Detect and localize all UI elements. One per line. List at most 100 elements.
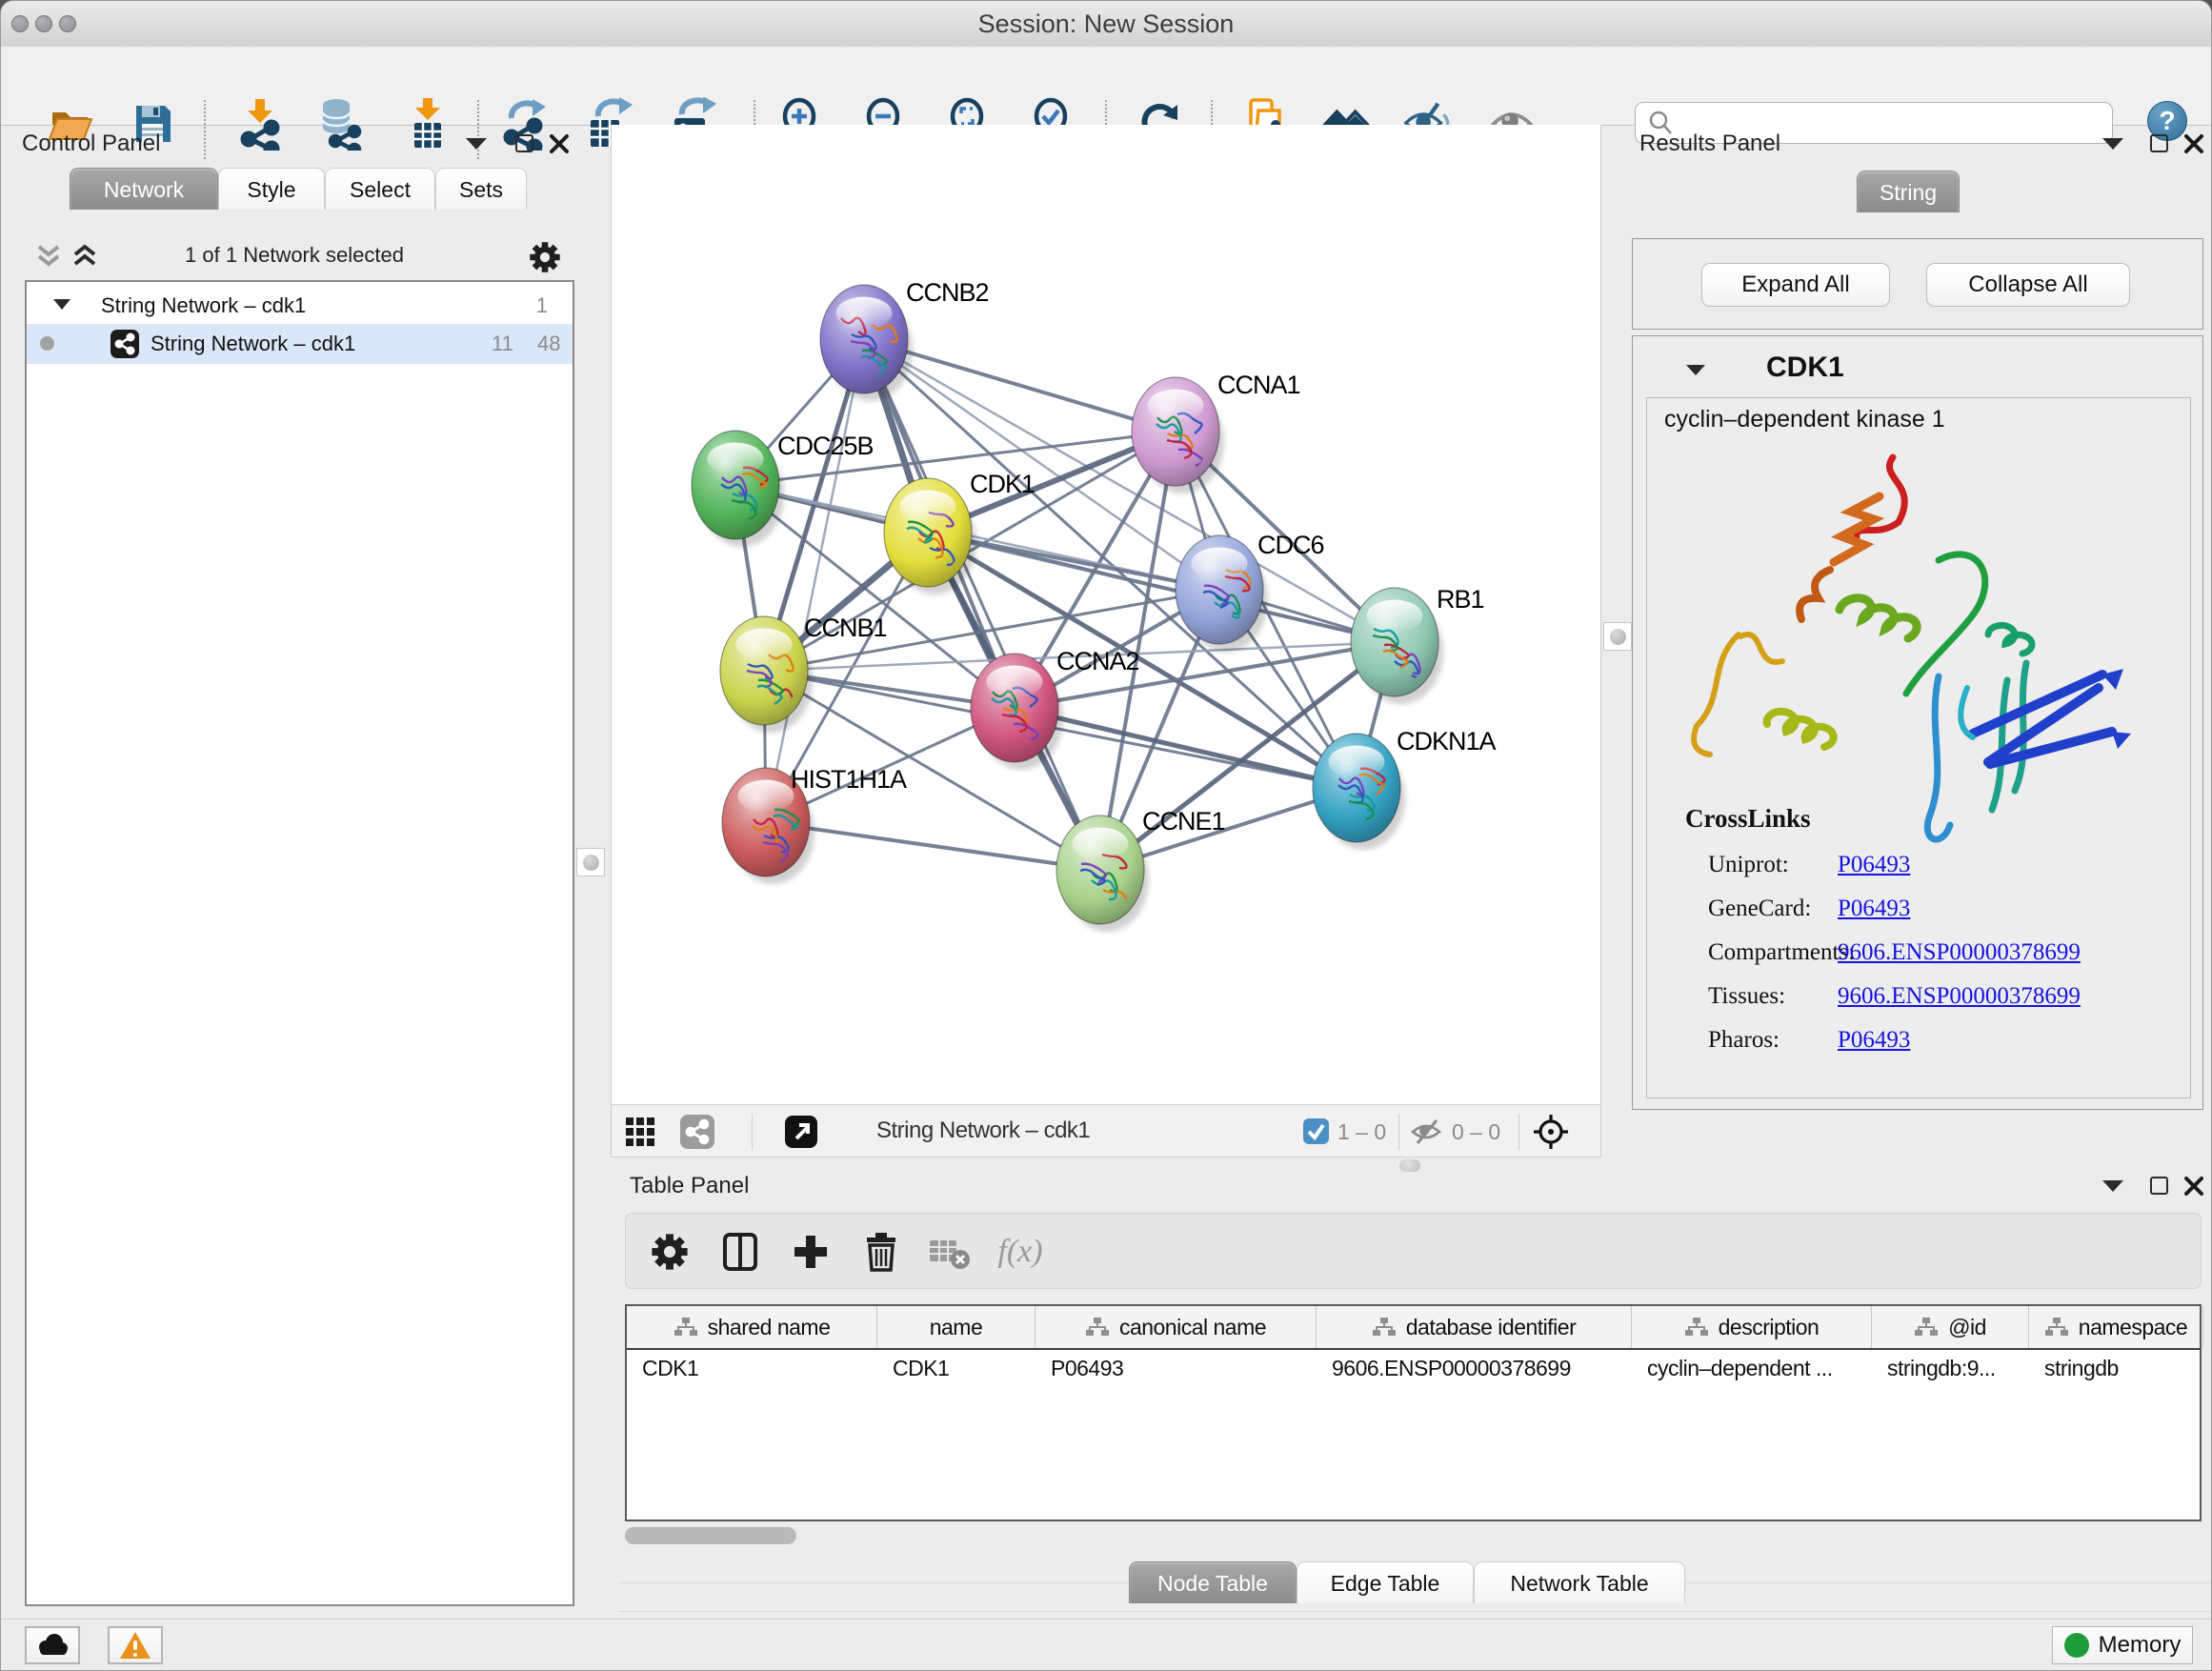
network-edge-HIST1H1A-CCNE1[interactable] [766, 822, 1100, 870]
table-cell[interactable]: P06493 [1036, 1350, 1317, 1386]
table-cell[interactable]: stringdb [2029, 1350, 2203, 1386]
birds-eye-view-icon[interactable] [625, 1117, 655, 1147]
application-window: Session: New Session [0, 0, 2212, 1671]
network-badge-share-icon[interactable] [680, 1115, 714, 1149]
control-panel-float-icon[interactable] [466, 138, 487, 150]
node-label-RB1: RB1 [1437, 585, 1484, 614]
table-cell[interactable]: CDK1 [877, 1350, 1036, 1386]
column-type-tree-icon [1085, 1317, 1110, 1338]
crosslink-value-link[interactable]: P06493 [1838, 896, 1910, 922]
column-header-canonical-name[interactable]: canonical name [1036, 1306, 1317, 1348]
control-panel-maximize-icon[interactable] [515, 134, 533, 152]
memory-button[interactable]: Memory [2052, 1626, 2193, 1664]
network-node-count: 11 [492, 332, 513, 356]
show-columns-button[interactable] [714, 1227, 767, 1277]
cloud-status-button[interactable] [25, 1626, 80, 1664]
left-splitter-grip[interactable] [576, 848, 605, 876]
window-title: Session: New Session [1, 10, 2211, 39]
network-edge-CCNA2-CDKN1A[interactable] [1015, 708, 1357, 788]
network-row-selected[interactable]: String Network – cdk1 11 48 [27, 324, 573, 364]
column-header--id[interactable]: @id [1872, 1306, 2029, 1348]
results-panel-close-icon[interactable] [2182, 132, 2205, 155]
tab-select[interactable]: Select [325, 168, 435, 210]
network-node-RB1[interactable]: RB1 [1351, 585, 1484, 696]
column-header-description[interactable]: description [1632, 1306, 1872, 1348]
network-canvas[interactable]: CCNB2CCNA1CDC25BCDK1CDC6RB1CCNB1CCNA2CDK… [611, 125, 1601, 1104]
network-options-gear-icon[interactable] [527, 239, 563, 275]
add-column-button[interactable] [784, 1227, 837, 1277]
node-label-CCNB1: CCNB1 [804, 614, 887, 642]
table-panel-close-icon[interactable] [2182, 1175, 2205, 1198]
network-node-CDKN1A[interactable]: CDKN1A [1313, 727, 1497, 842]
results-panel-float-icon[interactable] [2102, 138, 2123, 150]
protein-description: cyclin–dependent kinase 1 [1664, 406, 1945, 433]
delete-table-button[interactable] [923, 1227, 976, 1277]
table-cell[interactable]: 9606.ENSP00000378699 [1317, 1350, 1632, 1386]
control-panel-close-icon[interactable] [548, 132, 571, 155]
delete-column-button[interactable] [855, 1227, 908, 1277]
warning-icon [119, 1631, 151, 1660]
center-view-crosshair-icon[interactable] [1532, 1113, 1570, 1151]
network-node-CDK1[interactable]: CDK1 [884, 470, 1035, 587]
network-node-CDC6[interactable]: CDC6 [1176, 531, 1324, 644]
network-row-label: String Network – cdk1 [151, 332, 355, 356]
table-settings-button[interactable] [643, 1227, 696, 1277]
table-cell[interactable]: stringdb:9... [1872, 1350, 2029, 1386]
crosslink-value-link[interactable]: 9606.ENSP00000378699 [1838, 983, 2081, 1010]
column-type-tree-icon [1372, 1317, 1397, 1338]
crosslink-label: Pharos: [1708, 1027, 1780, 1054]
crosslink-value-link[interactable]: 9606.ENSP00000378699 [1838, 939, 2081, 966]
collapse-all-button[interactable]: Collapse All [1926, 263, 2130, 307]
crosslink-value-link[interactable]: P06493 [1838, 852, 1910, 878]
results-panel: Results Panel String Expand All Collapse… [1626, 125, 2209, 1154]
function-builder-button[interactable]: f(x) [994, 1227, 1047, 1277]
window-titlebar: Session: New Session [1, 1, 2211, 48]
network-node-HIST1H1A[interactable]: HIST1H1A [722, 765, 907, 876]
network-edge-CCNB2-HIST1H1A[interactable] [766, 339, 864, 822]
table-panel-maximize-icon[interactable] [2150, 1177, 2168, 1195]
column-type-tree-icon [1914, 1317, 1939, 1338]
node-label-CCNA2: CCNA2 [1056, 647, 1139, 675]
crosslink-value-link[interactable]: P06493 [1838, 1027, 1910, 1054]
collection-expand-icon[interactable] [53, 299, 70, 310]
tab-edge-table[interactable]: Edge Table [1297, 1561, 1474, 1603]
tab-style[interactable]: Style [218, 168, 325, 210]
protein-collapse-icon[interactable] [1686, 365, 1705, 375]
network-collection-row[interactable]: String Network – cdk1 1 [27, 288, 573, 326]
node-label-CDC25B: CDC25B [777, 432, 874, 460]
footer-network-name: String Network – cdk1 [876, 1117, 1090, 1144]
selected-checkbox-icon[interactable] [1303, 1118, 1329, 1144]
node-label-CCNB2: CCNB2 [906, 278, 989, 307]
table-cell[interactable]: CDK1 [627, 1350, 877, 1386]
results-panel-maximize-icon[interactable] [2150, 134, 2168, 152]
table-panel-float-icon[interactable] [2102, 1180, 2123, 1192]
expand-all-button[interactable]: Expand All [1701, 263, 1890, 307]
tab-network-table[interactable]: Network Table [1474, 1561, 1685, 1603]
protein-structure-image [1653, 448, 2186, 848]
table-cell[interactable]: cyclin–dependent ... [1632, 1350, 1872, 1386]
detach-view-icon[interactable] [785, 1116, 817, 1148]
tab-node-table[interactable]: Node Table [1129, 1561, 1297, 1603]
column-header-shared-name[interactable]: shared name [627, 1306, 877, 1348]
tabstrip-line [618, 1611, 2212, 1612]
column-header-label: shared name [708, 1315, 831, 1340]
tab-string[interactable]: String [1857, 171, 1960, 212]
tab-network[interactable]: Network [70, 168, 218, 210]
table-panel-title: Table Panel [630, 1173, 749, 1199]
tab-sets[interactable]: Sets [435, 168, 527, 210]
footer-separator [1398, 1114, 1399, 1150]
protein-result-box: CDK1 cyclin–dependent kinase 1 [1632, 335, 2203, 1110]
control-panel-title: Control Panel [22, 131, 160, 157]
hidden-eye-slash-icon[interactable] [1410, 1118, 1442, 1145]
memory-label: Memory [2099, 1632, 2182, 1659]
network-selection-bar: 1 of 1 Network selected [10, 237, 578, 275]
warnings-button[interactable] [108, 1626, 163, 1664]
column-header-namespace[interactable]: namespace [2029, 1306, 2203, 1348]
table-hscrollbar-thumb[interactable] [625, 1527, 796, 1544]
results-panel-title: Results Panel [1639, 131, 1780, 157]
crosslink-label: Compartments: [1708, 939, 1855, 966]
column-header-name[interactable]: name [877, 1306, 1036, 1348]
column-header-database-identifier[interactable]: database identifier [1317, 1306, 1632, 1348]
collection-count: 1 [536, 293, 548, 318]
gear-icon [649, 1231, 691, 1273]
